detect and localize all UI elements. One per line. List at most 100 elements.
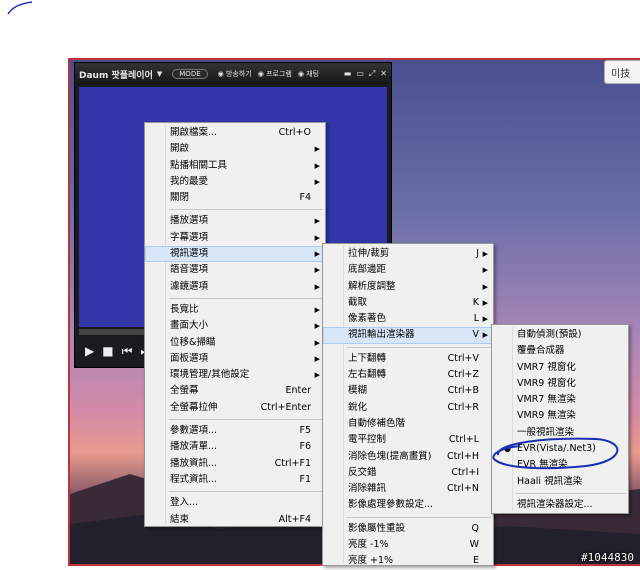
main-menu-item-shortcut: Enter [285,385,312,397]
main-menu-item-label: 畫面大小 [170,320,209,332]
video-menu-item-shortcut: V [472,329,480,341]
menu-separator [347,346,491,348]
chevron-down-icon[interactable]: ▼ [157,70,162,78]
video-menu-item[interactable]: 影像屬性重設 Q [323,521,493,537]
video-menu-item-label: 影像屬性重設 [348,522,406,534]
video-menu-item-label: 反交錯 [348,466,377,478]
main-menu-item[interactable]: 字幕選項 ▶ [145,230,325,246]
video-menu-item[interactable]: 像素著色 L ▶ [323,311,493,327]
video-menu-item[interactable]: 消除色塊(提高畫質) Ctrl+H [323,449,493,465]
submenu-arrow-icon: ▶ [314,371,320,380]
video-menu-item-shortcut: E [472,555,479,567]
video-menu-item-shortcut: Ctrl+N [447,483,479,495]
video-menu-item-shortcut: Ctrl+B [447,385,479,397]
main-menu-item[interactable]: 視訊選項 ▶ [145,246,325,263]
main-menu-item[interactable]: 語音選項 ▶ [145,262,325,278]
minimize-icon[interactable]: ▬ [344,69,352,79]
main-menu-item[interactable]: 開啟 ▶ [145,141,325,157]
menu-separator [347,516,491,518]
renderer-menu-item[interactable]: 覆疊合成器 [492,343,628,359]
menu-separator [169,491,323,493]
main-menu-item-label: 環境管理/其他設定 [170,369,250,381]
fullscreen-icon[interactable]: ⤢ [369,69,375,79]
main-menu-item-shortcut: F1 [299,473,311,485]
video-menu-item[interactable]: 反交錯 Ctrl+I [323,465,493,481]
main-menu-item[interactable]: 登入... [145,495,325,511]
video-menu-item-label: 銳化 [348,401,368,413]
main-menu-item[interactable]: 播放資訊... Ctrl+F1 [145,456,325,472]
player-titlebar: Daum 팟플레이어 ▼ MODE ◉ 방송하기 ◉ 프로그램 ◉ 채팅 ▬ ▭… [75,63,391,85]
main-menu-item[interactable]: 程式資訊... F1 [145,472,325,488]
video-menu-item[interactable]: 銳化 Ctrl+R [323,400,493,416]
main-menu-item[interactable]: 播放清單... F6 [145,439,325,455]
video-menu-item[interactable]: 消除雜訊 Ctrl+N [323,481,493,497]
renderer-menu-item[interactable]: VMR9 視窗化 [492,376,628,392]
submenu-arrow-icon: ▶ [314,250,320,259]
main-menu-item[interactable]: 位移&掃瞄 ▶ [145,335,325,351]
renderer-menu-item[interactable]: VMR9 無渲染 [492,408,628,424]
renderer-menu-item-label: VMR7 視窗化 [517,361,576,373]
video-menu-item-shortcut: K [472,296,479,308]
main-menu-item-label: 結束 [170,513,190,525]
main-menu-item-label: 開啟檔案... [170,127,218,138]
video-menu-item[interactable]: 左右翻轉 Ctrl+Z [323,367,493,383]
video-menu-item-label: 上下翻轉 [348,352,387,364]
renderer-menu-item[interactable]: Haali 視訊渲染 [492,474,628,490]
video-menu-item[interactable]: 視訊輸出渲染器 V ▶ [323,327,493,344]
renderer-menu-item[interactable]: 自動偵測(預設) [492,327,628,343]
video-menu-item[interactable]: 截取 K ▶ [323,295,493,311]
video-menu-item-label: 電平控制 [348,434,387,446]
main-menu-item[interactable]: 環境管理/其他設定 ▶ [145,367,325,383]
renderer-menu-item[interactable]: VMR7 無渲染 [492,392,628,408]
play-icon[interactable]: ▶ [85,344,94,358]
main-menu-item-label: 點播相關工具 [170,159,228,171]
main-menu-item-label: 關閉 [170,192,190,204]
video-menu-item[interactable]: 亮度 -1% W [323,537,493,553]
video-menu-item-label: 自動修補色階 [348,417,406,429]
submenu-arrow-icon: ▶ [482,331,488,340]
main-menu-item[interactable]: 參數選項... F5 [145,423,325,439]
previous-icon[interactable]: ⏮ [122,344,133,359]
main-menu-item-shortcut: Ctrl+Enter [260,401,311,413]
main-menu-item[interactable]: 開啟檔案... Ctrl+O [145,125,325,141]
video-menu-item-shortcut: Ctrl+I [451,466,479,478]
stop-icon[interactable]: ■ [102,344,113,358]
main-menu-item-label: 登入... [170,497,199,509]
radio-broadcast[interactable]: ◉ 방송하기 [218,69,252,79]
main-menu-item[interactable]: 面板選項 ▶ [145,351,325,367]
video-menu-item[interactable]: 電平控制 Ctrl+L [323,432,493,448]
main-menu-item-label: 全螢幕拉伸 [170,401,218,413]
menu-separator [169,419,323,421]
renderer-menu-item[interactable]: VMR7 視窗化 [492,360,628,376]
video-menu-item[interactable]: 拉伸/裁剪 J ▶ [323,246,493,262]
video-menu-item-shortcut: Q [471,522,479,534]
video-menu-item[interactable]: 自動修補色階 [323,416,493,432]
video-menu-item[interactable]: 底部邊距 ▶ [323,262,493,278]
submenu-arrow-icon: ▶ [314,305,320,314]
main-menu-item[interactable]: 畫面大小 ▶ [145,318,325,334]
main-menu-item[interactable]: 我的最愛 ▶ [145,174,325,190]
renderer-menu-item[interactable]: 視訊渲染器設定... [492,497,628,513]
video-menu-item[interactable]: 亮度 +1% E [323,553,493,569]
video-menu-item-shortcut: J [476,248,479,259]
main-menu-item[interactable]: 全螢幕拉伸 Ctrl+Enter [145,400,325,416]
main-menu-item[interactable]: 結束 Alt+F4 [145,512,325,528]
video-menu-item-shortcut: Ctrl+Z [447,369,479,381]
main-menu-item[interactable]: 關閉 F4 [145,190,325,206]
radio-chat[interactable]: ◉ 채팅 [298,69,319,79]
main-menu-item[interactable]: 全螢幕 Enter [145,383,325,399]
video-menu-item[interactable]: 解析度調整 ▶ [323,279,493,295]
video-menu-item[interactable]: 模糊 Ctrl+B [323,383,493,399]
video-menu-item[interactable]: 上下翻轉 Ctrl+V [323,351,493,367]
background-window-tab[interactable]: 미技 [604,60,640,84]
mode-button[interactable]: MODE [172,69,208,79]
close-icon[interactable]: ✕ [380,69,387,79]
restore-icon[interactable]: ▭ [356,69,364,79]
main-menu-item[interactable]: 濾鏡選項 ▶ [145,279,325,295]
main-menu-item[interactable]: 點播相關工具 ▶ [145,158,325,174]
video-menu-item[interactable]: 影像處理參數設定... [323,497,493,513]
main-menu-item[interactable]: 播放選項 ▶ [145,213,325,229]
radio-program[interactable]: ◉ 프로그램 [258,69,292,79]
video-menu-item-label: 消除色塊(提高畫質) [348,450,432,462]
main-menu-item[interactable]: 長寬比 ▶ [145,302,325,318]
